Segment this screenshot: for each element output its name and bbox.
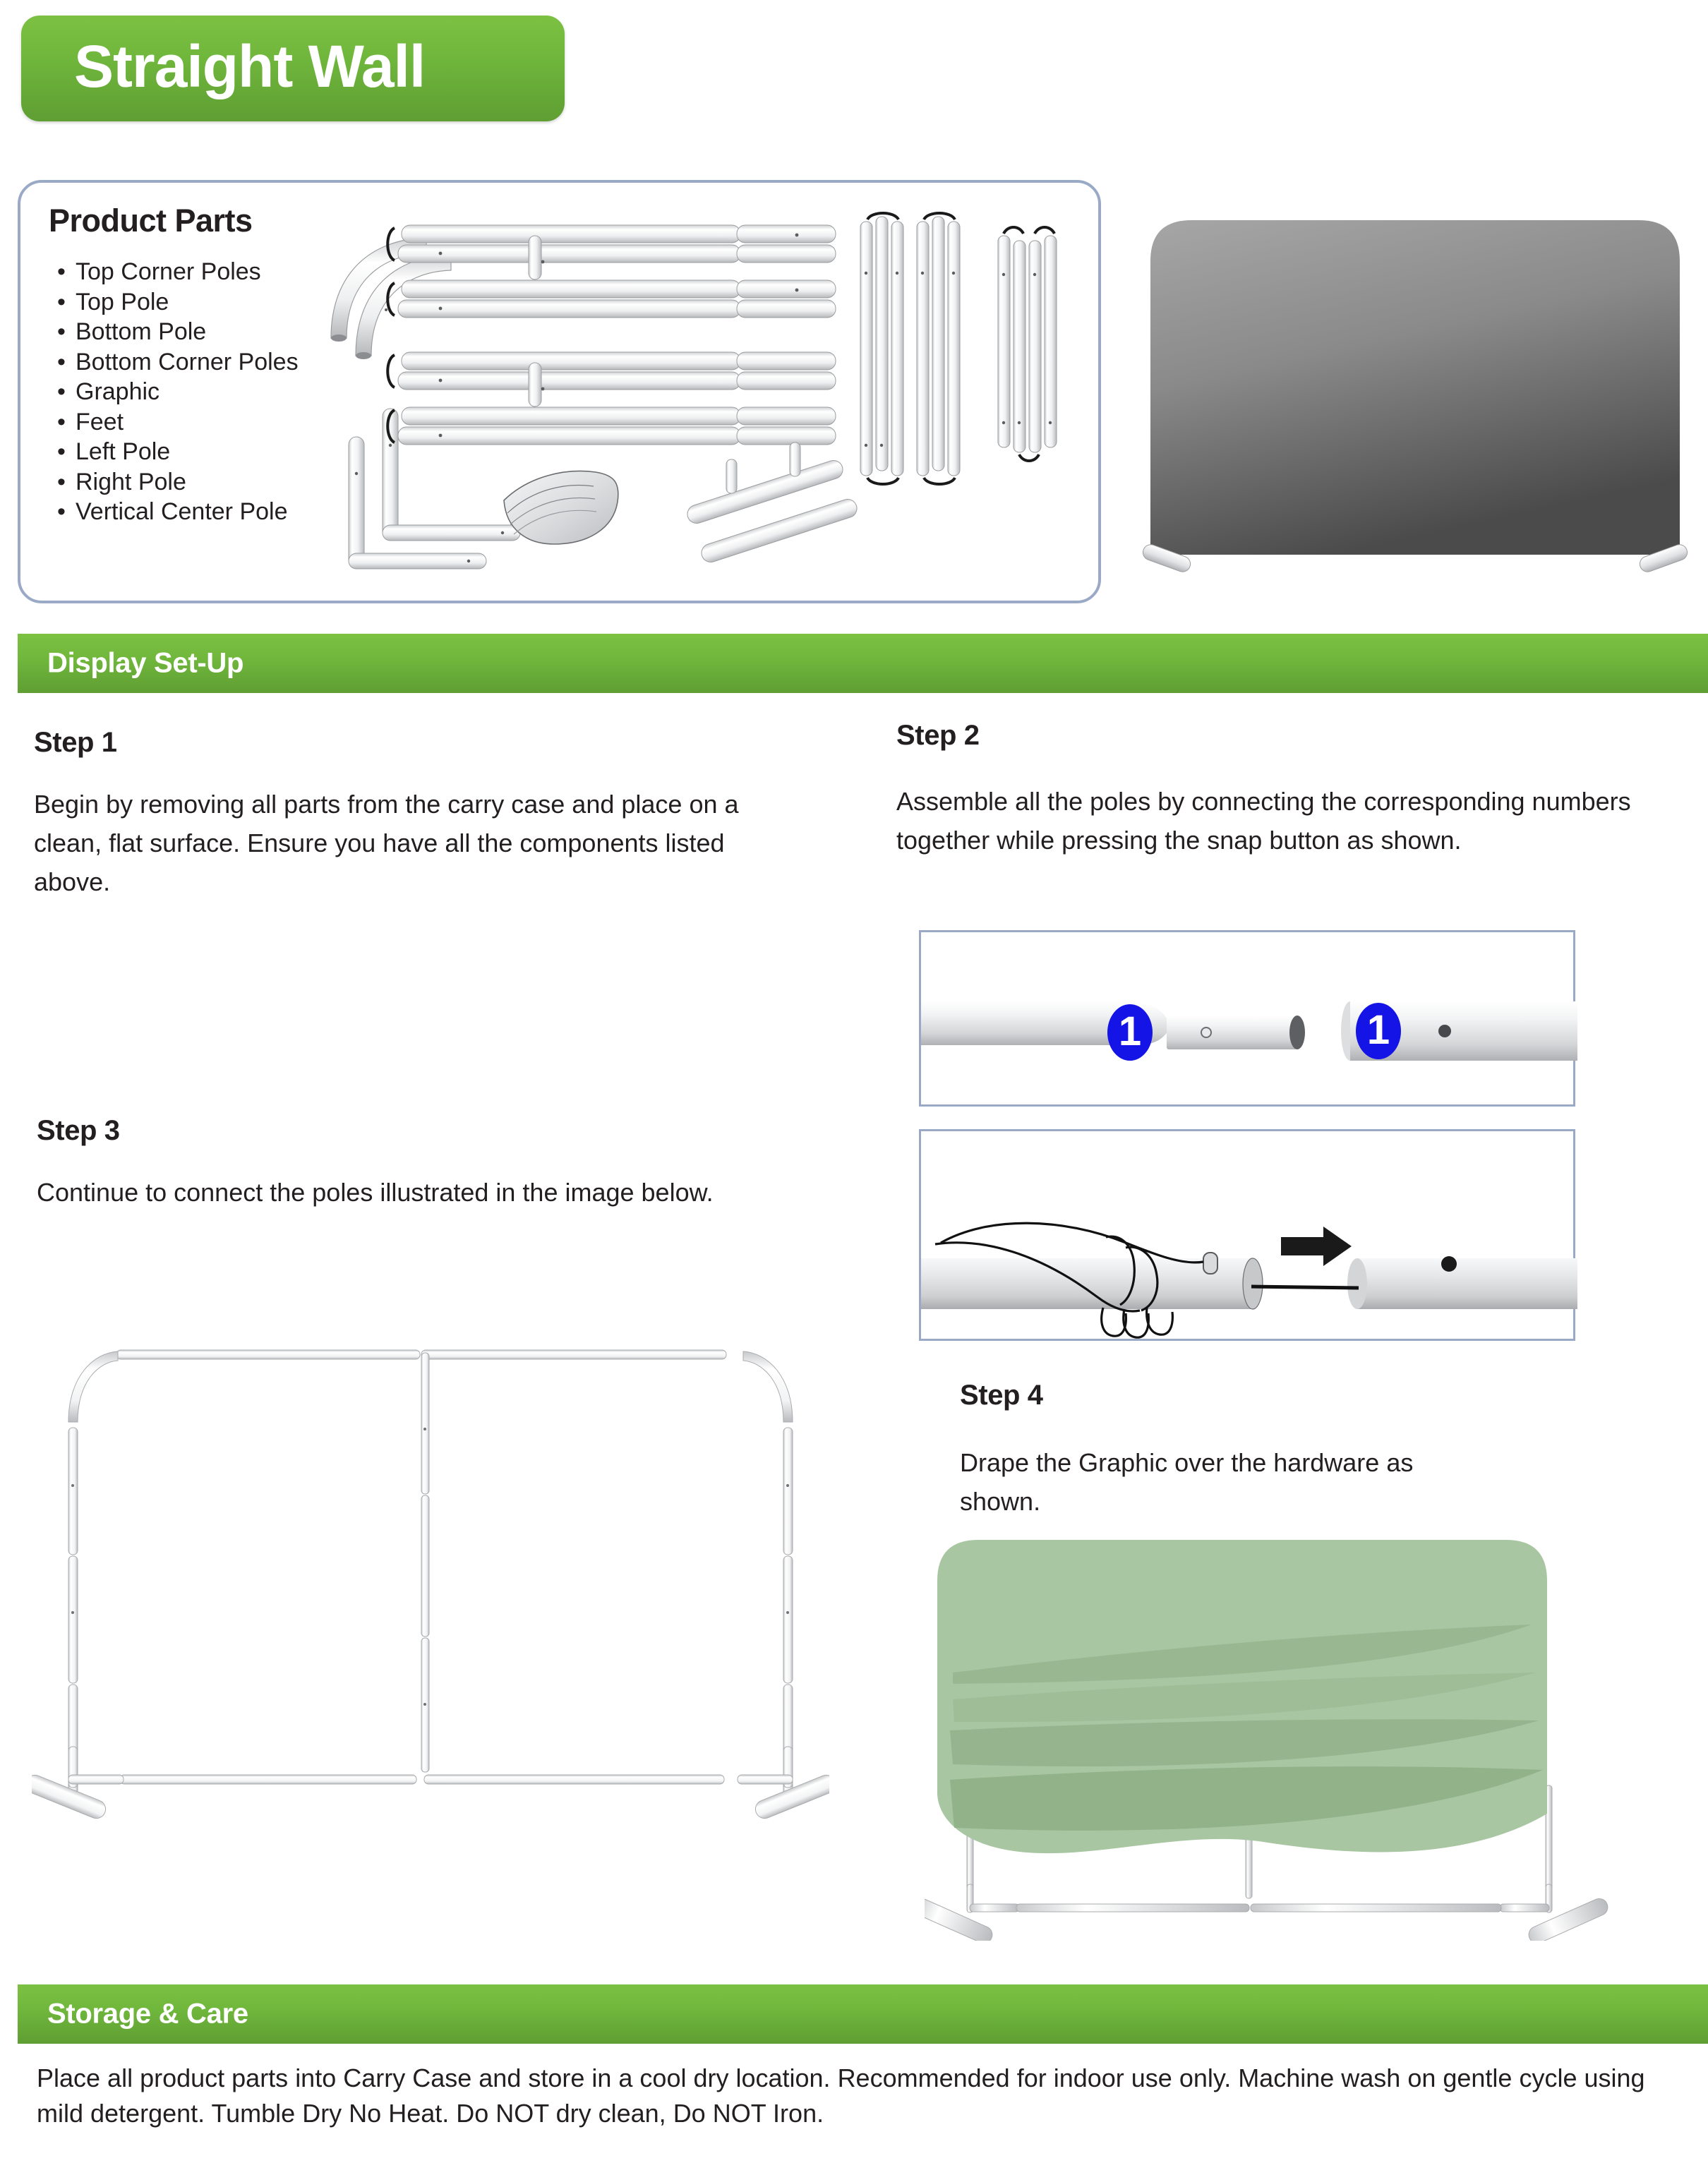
part-label: Top Corner Poles [76, 258, 261, 285]
part-label: Left Pole [76, 438, 171, 465]
section-header-label: Display Set-Up [47, 647, 244, 679]
page-title: Straight Wall [74, 33, 426, 100]
direction-arrow-icon [1281, 1227, 1352, 1266]
list-item: • Feet [57, 407, 299, 438]
assembled-frame-illustration [32, 1349, 829, 1819]
step-4-heading: Step 4 [960, 1380, 1043, 1411]
part-label: Feet [76, 408, 124, 435]
list-item: • Graphic [57, 377, 299, 407]
product-parts-illustration [330, 212, 1057, 570]
step-2-heading: Step 2 [896, 720, 980, 751]
list-item: • Top Pole [57, 287, 299, 318]
list-item: • Right Pole [57, 467, 299, 498]
bullet-icon: • [57, 468, 66, 495]
product-parts-list: • Top Corner Poles • Top Pole • Bottom Pole… [57, 257, 299, 527]
bullet-icon: • [57, 408, 66, 435]
bullet-icon: • [57, 498, 66, 525]
bullet-icon: • [57, 378, 66, 405]
part-label: Graphic [76, 378, 160, 405]
title-banner: Straight Wall [21, 16, 565, 121]
horizontal-pole-group-icon [386, 224, 836, 445]
section-header-storage-care: Storage & Care [18, 1984, 1708, 2044]
step-3-body: Continue to connect the poles illustrate… [37, 1178, 714, 1207]
snap-connect-diagram: 1 1 [919, 930, 1577, 1107]
bullet-icon: • [57, 288, 66, 315]
step-2-body: Assemble all the poles by connecting the… [896, 787, 1631, 855]
feet-icon [687, 442, 858, 563]
graphic-drape-illustration [925, 1540, 1608, 1941]
list-item: • Vertical Center Pole [57, 497, 299, 527]
step-4-body: Drape the Graphic over the hardware as s… [960, 1448, 1414, 1516]
part-label: Bottom Pole [76, 318, 207, 345]
product-parts-panel: Product Parts • Top Corner Poles • Top Pol… [18, 180, 1101, 603]
list-item: • Bottom Corner Poles [57, 347, 299, 378]
storage-care-body: Place all product parts into Carry Case … [37, 2063, 1645, 2128]
list-item: • Bottom Pole [57, 317, 299, 347]
part-label: Top Pole [76, 288, 169, 315]
section-header-display-setup: Display Set-Up [18, 634, 1708, 693]
graphic-fabric-icon [503, 470, 619, 545]
bullet-icon: • [57, 318, 66, 345]
part-label: Right Pole [76, 468, 186, 495]
snap-button-press-diagram [919, 1129, 1577, 1341]
part-label: Bottom Corner Poles [76, 348, 299, 375]
snap-badge-left-label: 1 [1119, 1008, 1141, 1054]
step-1-body: Begin by removing all parts from the car… [34, 790, 739, 896]
section-header-label: Storage & Care [47, 1998, 248, 2030]
list-item: • Left Pole [57, 437, 299, 467]
product-preview-image [1142, 220, 1688, 572]
bullet-icon: • [57, 438, 66, 465]
list-item: • Top Corner Poles [57, 257, 299, 287]
step-3-heading: Step 3 [37, 1115, 120, 1146]
part-label: Vertical Center Pole [76, 498, 288, 525]
product-parts-heading: Product Parts [49, 203, 253, 239]
snap-badge-right-label: 1 [1367, 1007, 1390, 1053]
step-1-heading: Step 1 [34, 727, 117, 758]
bullet-icon: • [57, 348, 66, 375]
bullet-icon: • [57, 258, 66, 285]
vertical-pole-bundle-icon [860, 212, 1057, 486]
